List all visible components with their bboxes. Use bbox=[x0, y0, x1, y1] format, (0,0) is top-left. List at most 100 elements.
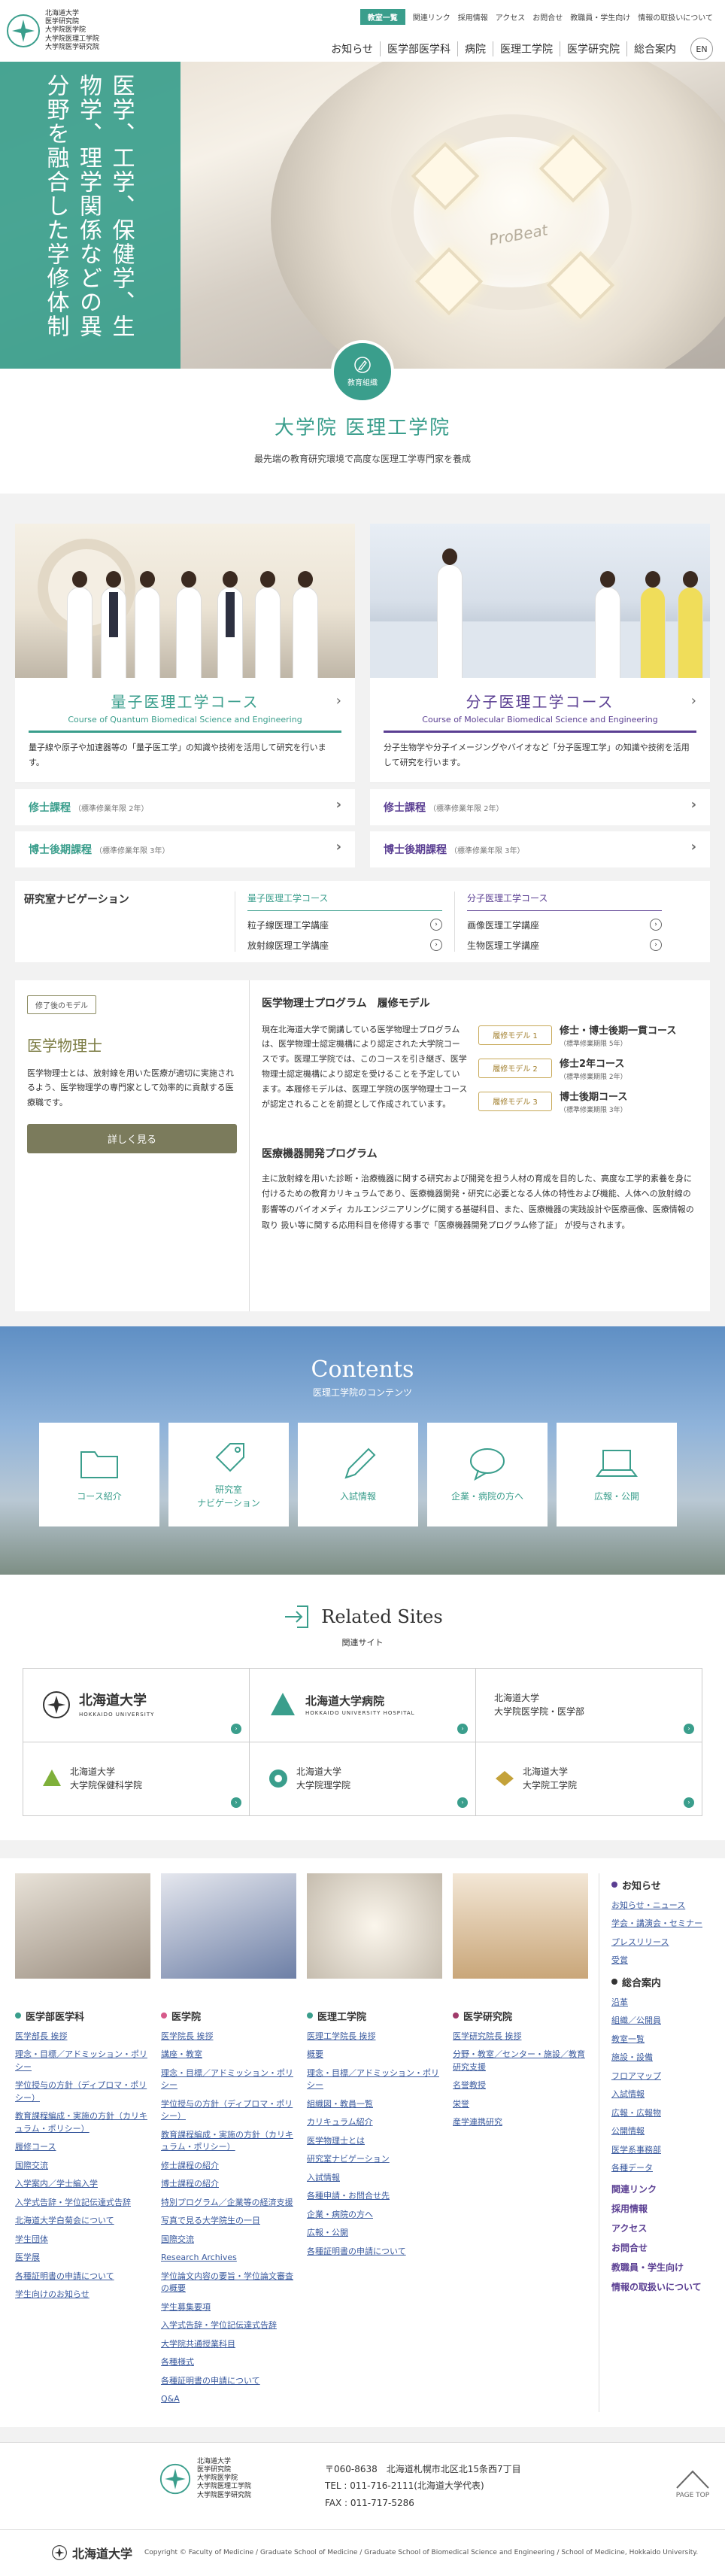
nav-biomedical[interactable]: 医理工学院 bbox=[493, 41, 560, 56]
sitemap-link[interactable]: 国際交流 bbox=[161, 2234, 296, 2246]
sitemap-link[interactable]: 博士課程の紹介 bbox=[161, 2178, 296, 2191]
program-doctor[interactable]: 博士後期課程 （標準修業年限 3年） › bbox=[15, 831, 355, 867]
site-science[interactable]: 北海道大学 大学院理学院 › bbox=[250, 1742, 476, 1816]
lab-link[interactable]: 放射線医理工学講座 › bbox=[247, 938, 442, 952]
sitemap-head[interactable]: 医学部医学科 bbox=[15, 2009, 150, 2023]
program-master[interactable]: 修士課程 （標準修業年限 2年） › bbox=[15, 788, 355, 825]
sitemap-link[interactable]: 企業・病院の方へ bbox=[307, 2209, 442, 2222]
sitemap-link[interactable]: 分野・教室／センター・施設／教育研究支援 bbox=[453, 2049, 588, 2073]
site-hospital[interactable]: 北海道大学病院 HOKKAIDO UNIVERSITY HOSPITAL › bbox=[250, 1668, 476, 1742]
sitemap-link[interactable]: 各種証明書の申請について bbox=[161, 2375, 296, 2388]
sitemap-link[interactable]: 医理工学院長 挨拶 bbox=[307, 2031, 442, 2043]
sitemap-link[interactable]: 学位論文内容の要旨・学位論文審査の概要 bbox=[161, 2271, 296, 2295]
tile-industry[interactable]: 企業・病院の方へ bbox=[427, 1422, 548, 1526]
top-link-staff-students[interactable]: 教職員・学生向け bbox=[570, 11, 630, 23]
sitemap-link[interactable]: 講座・教室 bbox=[161, 2049, 296, 2061]
nav-general[interactable]: 総合案内 bbox=[626, 41, 683, 56]
language-toggle[interactable]: EN bbox=[690, 38, 713, 60]
sitemap-link[interactable]: 学位授与の方針（ディプロマ・ポリシー） bbox=[161, 2098, 296, 2123]
sitemap-link[interactable]: 特別プログラム／企業等の経済支援 bbox=[161, 2197, 296, 2210]
model-item[interactable]: 履修モデル 1 修士・博士後期一貫コース （標準修業期限 5年） bbox=[478, 1022, 676, 1048]
sitemap-link[interactable]: 組織図・教員一覧 bbox=[307, 2098, 442, 2111]
sitemap-link[interactable]: 情報の取扱いについて bbox=[611, 2280, 723, 2294]
sitemap-link[interactable]: プレスリリース bbox=[611, 1937, 723, 1949]
site-medicine[interactable]: 北海道大学 大学院医学院・医学部 › bbox=[476, 1668, 702, 1742]
lab-link[interactable]: 粒子線医理工学講座 › bbox=[247, 918, 442, 931]
top-link-recruit[interactable]: 採用情報 bbox=[458, 11, 488, 23]
top-link-privacy[interactable]: 情報の取扱いについて bbox=[638, 11, 713, 23]
sitemap-link[interactable]: 理念・目標／アドミッション・ポリシー bbox=[161, 2067, 296, 2092]
sitemap-link[interactable]: 入試情報 bbox=[611, 2088, 723, 2101]
lab-link[interactable]: 生物医理工学講座 › bbox=[467, 938, 662, 952]
sitemap-link[interactable]: 教職員・学生向け bbox=[611, 2261, 723, 2274]
sitemap-link[interactable]: 教育課程編成・実施の方針（カリキュラム・ポリシー） bbox=[15, 2110, 150, 2135]
sitemap-link[interactable]: 入学式告辞・学位記伝達式告辞 bbox=[15, 2197, 150, 2210]
nav-medicine[interactable]: 医学部医学科 bbox=[380, 41, 457, 56]
lab-link[interactable]: 画像医理工学講座 › bbox=[467, 918, 662, 931]
program-master[interactable]: 修士課程 （標準修業年限 2年） › bbox=[370, 788, 710, 825]
sitemap-link[interactable]: 学生募集要項 bbox=[161, 2301, 296, 2314]
sitemap-link[interactable]: 広報・広報物 bbox=[611, 2107, 723, 2120]
sitemap-head[interactable]: 医学院 bbox=[161, 2009, 296, 2023]
sitemap-link[interactable]: 学生団体 bbox=[15, 2234, 150, 2246]
tile-course[interactable]: コース紹介 bbox=[39, 1422, 159, 1526]
sitemap-link[interactable]: 栄誉 bbox=[453, 2098, 588, 2111]
model-item[interactable]: 履修モデル 2 修士2年コース （標準修業期限 2年） bbox=[478, 1056, 676, 1081]
detail-button[interactable]: 詳しく見る bbox=[27, 1123, 237, 1153]
site-hokudai[interactable]: 北海道大学 HOKKAIDO UNIVERSITY › bbox=[23, 1668, 250, 1742]
sitemap-link[interactable]: 医学部長 挨拶 bbox=[15, 2031, 150, 2043]
sitemap-link[interactable]: Research Archives bbox=[161, 2252, 296, 2265]
sitemap-link[interactable]: 各種申請・お問合せ先 bbox=[307, 2190, 442, 2203]
sitemap-head[interactable]: お知らせ bbox=[611, 1878, 723, 1892]
sitemap-link[interactable]: 学生向けのお知らせ bbox=[15, 2289, 150, 2301]
sitemap-link[interactable]: 各種証明書の申請について bbox=[15, 2271, 150, 2283]
sitemap-link[interactable]: 名誉教授 bbox=[453, 2079, 588, 2092]
sitemap-link[interactable]: 写真で見る大学院生の一日 bbox=[161, 2215, 296, 2228]
sitemap-link[interactable]: 各種証明書の申請について bbox=[307, 2246, 442, 2259]
sitemap-link[interactable]: 受賞 bbox=[611, 1955, 723, 1967]
course-card-molecular[interactable]: 分子医理工学コース › Course of Molecular Biomedic… bbox=[370, 678, 710, 783]
nav-hospital[interactable]: 病院 bbox=[457, 41, 493, 56]
sitemap-link[interactable]: 国際交流 bbox=[15, 2160, 150, 2173]
sitemap-link[interactable]: 施設・設備 bbox=[611, 2052, 723, 2064]
nav-news[interactable]: お知らせ bbox=[324, 41, 380, 56]
sitemap-link[interactable]: 広報・公開 bbox=[307, 2227, 442, 2240]
sitemap-link[interactable]: 理念・目標／アドミッション・ポリシー bbox=[307, 2067, 442, 2092]
program-doctor[interactable]: 博士後期課程 （標準修業年限 3年） › bbox=[370, 831, 710, 867]
model-item[interactable]: 履修モデル 3 博士後期コース （標準修業期限 3年） bbox=[478, 1089, 676, 1114]
sitemap-link[interactable]: 医学研究院長 挨拶 bbox=[453, 2031, 588, 2043]
site-engineering[interactable]: 北海道大学 大学院工学院 › bbox=[476, 1742, 702, 1816]
site-health-sciences[interactable]: 北海道大学 大学院保健科学院 › bbox=[23, 1742, 250, 1816]
nav-research[interactable]: 医学研究院 bbox=[560, 41, 626, 56]
sitemap-link[interactable]: 研究室ナビゲーション bbox=[307, 2153, 442, 2166]
sitemap-link[interactable]: 各種データ bbox=[611, 2162, 723, 2175]
sitemap-head[interactable]: 医学研究院 bbox=[453, 2009, 588, 2023]
sitemap-link[interactable]: 組織／公開員 bbox=[611, 2015, 723, 2028]
sitemap-link[interactable]: フロアマップ bbox=[611, 2070, 723, 2083]
sitemap-link[interactable]: 大学院共通授業科目 bbox=[161, 2338, 296, 2351]
sitemap-link[interactable]: 入学案内／学士編入学 bbox=[15, 2178, 150, 2191]
sitemap-link[interactable]: 沿革 bbox=[611, 1997, 723, 2009]
sitemap-link[interactable]: 採用情報 bbox=[611, 2202, 723, 2216]
sitemap-link[interactable]: 産学連携研究 bbox=[453, 2116, 588, 2129]
tile-pr[interactable]: 広報・公開 bbox=[557, 1422, 677, 1526]
sitemap-link[interactable]: 入試情報 bbox=[307, 2172, 442, 2185]
sitemap-link[interactable]: 学位授与の方針（ディプロマ・ポリシー） bbox=[15, 2079, 150, 2104]
sitemap-link[interactable]: 教室一覧 bbox=[611, 2034, 723, 2046]
sitemap-link[interactable]: 概要 bbox=[307, 2049, 442, 2061]
sitemap-link[interactable]: 教育課程編成・実施の方針（カリキュラム・ポリシー） bbox=[161, 2129, 296, 2154]
course-card-quantum[interactable]: 量子医理工学コース › Course of Quantum Biomedical… bbox=[15, 678, 355, 783]
sitemap-link[interactable]: 修士課程の紹介 bbox=[161, 2160, 296, 2173]
sitemap-link[interactable]: 医学物理士とは bbox=[307, 2135, 442, 2148]
sitemap-link[interactable]: 学会・講演会・セミナー bbox=[611, 1918, 723, 1930]
sitemap-link[interactable]: 北海道大学白菊会について bbox=[15, 2215, 150, 2228]
sitemap-link[interactable]: カリキュラム紹介 bbox=[307, 2116, 442, 2129]
sitemap-link[interactable]: お問合せ bbox=[611, 2241, 723, 2255]
sitemap-link[interactable]: 公開情報 bbox=[611, 2125, 723, 2138]
sitemap-link[interactable]: 医学院長 挨拶 bbox=[161, 2031, 296, 2043]
top-link-contact[interactable]: お問合せ bbox=[532, 11, 563, 23]
sitemap-head[interactable]: 医理工学院 bbox=[307, 2009, 442, 2023]
sitemap-link[interactable]: 履修コース bbox=[15, 2141, 150, 2154]
hokudai-logo[interactable]: 北海道大学 bbox=[51, 2544, 132, 2562]
page-top-button[interactable]: PAGE TOP bbox=[674, 2468, 711, 2499]
